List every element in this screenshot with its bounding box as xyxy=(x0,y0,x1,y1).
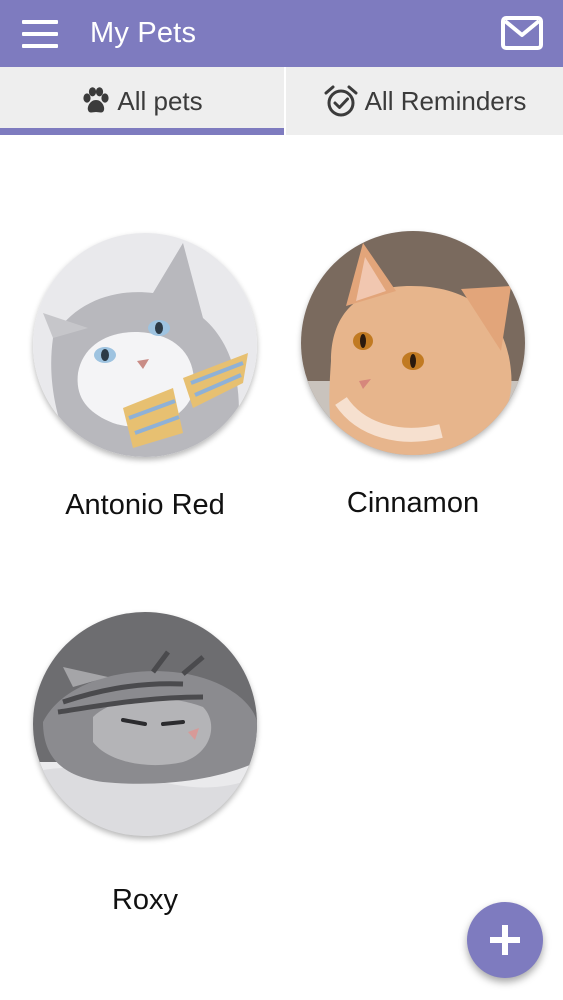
page-title: My Pets xyxy=(90,17,197,49)
tab-all-reminders-label: All Reminders xyxy=(364,85,527,116)
plus-icon xyxy=(490,925,520,955)
pet-name: Roxy xyxy=(111,884,179,916)
alarm-clock-icon xyxy=(323,84,359,118)
pet-name: Cinnamon xyxy=(346,487,480,519)
tab-bar: All pets All Reminders xyxy=(0,67,563,135)
add-pet-button[interactable] xyxy=(467,902,543,978)
paw-icon xyxy=(81,87,111,115)
pet-name: Antonio Red xyxy=(65,489,225,521)
tab-all-pets[interactable]: All pets xyxy=(0,67,284,135)
pet-card-antonio-red[interactable]: Antonio Red xyxy=(25,233,265,523)
pet-card-roxy[interactable]: Roxy xyxy=(25,612,265,918)
tab-all-reminders[interactable]: All Reminders xyxy=(286,67,563,135)
tab-all-pets-label: All pets xyxy=(117,85,203,116)
mail-button[interactable] xyxy=(501,15,543,51)
pet-photo xyxy=(33,612,257,836)
pet-photo xyxy=(33,233,257,457)
pet-card-cinnamon[interactable]: Cinnamon xyxy=(293,231,533,521)
hamburger-menu-icon xyxy=(22,20,58,24)
app-bar: My Pets xyxy=(0,0,563,67)
pet-photo xyxy=(301,231,525,455)
selected-tab-indicator xyxy=(0,128,284,135)
menu-button[interactable] xyxy=(22,20,60,48)
mail-icon xyxy=(501,16,543,50)
